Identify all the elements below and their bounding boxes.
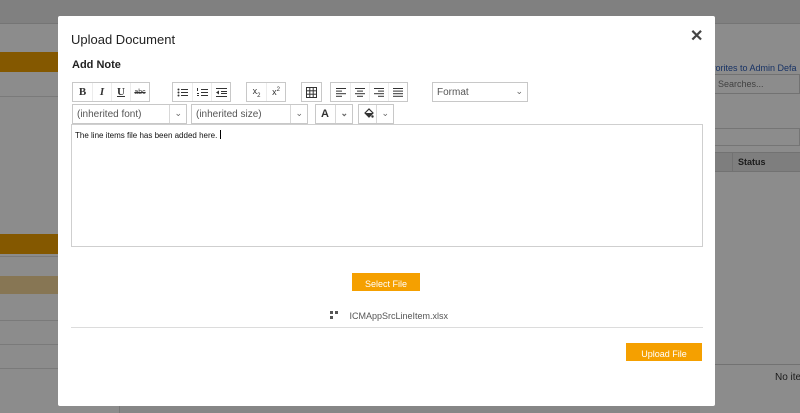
superscript-button[interactable]: x2 — [266, 83, 285, 101]
outdent-button[interactable] — [211, 83, 230, 101]
bullet-list-icon — [177, 88, 188, 96]
subscript-icon: x2 — [252, 85, 261, 99]
chevron-down-icon: ⌄ — [381, 108, 389, 118]
font-family-select-value: (inherited font) — [77, 109, 142, 120]
upload-document-modal: Upload Document ✕ Add Note B I U abc x2 … — [58, 16, 715, 406]
chevron-down-icon: ⌄ — [295, 108, 303, 118]
file-icon — [330, 311, 339, 320]
underline-button[interactable]: U — [111, 83, 130, 101]
subscript-button[interactable]: x2 — [247, 83, 266, 101]
select-separator — [335, 105, 336, 123]
font-size-select[interactable]: (inherited size) ⌄ — [191, 104, 308, 124]
numbered-list-button[interactable] — [192, 83, 211, 101]
align-right-icon — [374, 87, 384, 97]
table-icon — [306, 86, 317, 98]
bold-button[interactable]: B — [73, 83, 92, 101]
font-family-select[interactable]: (inherited font) ⌄ — [72, 104, 187, 124]
file-name: ICMAppSrcLineItem.xlsx — [349, 311, 449, 321]
selected-file: ICMAppSrcLineItem.xlsx — [330, 311, 448, 321]
bullet-list-button[interactable] — [173, 83, 192, 101]
close-icon[interactable]: ✕ — [690, 29, 703, 45]
text-caret — [220, 130, 222, 139]
alignment-group — [330, 82, 408, 102]
text-style-group: B I U abc — [72, 82, 150, 102]
select-file-button[interactable]: Select File — [352, 273, 420, 291]
outdent-icon — [215, 87, 227, 97]
table-group — [301, 82, 322, 102]
format-select-value: Format — [437, 87, 469, 98]
select-separator — [376, 105, 377, 123]
chevron-down-icon: ⌄ — [515, 86, 523, 96]
align-right-button[interactable] — [369, 83, 388, 101]
superscript-icon: x2 — [272, 87, 280, 97]
background-color-picker[interactable]: ⌄ — [358, 104, 394, 124]
chevron-down-icon: ⌄ — [340, 108, 348, 118]
format-select[interactable]: Format ⌄ — [432, 82, 528, 102]
align-left-icon — [335, 87, 346, 97]
justify-button[interactable] — [388, 83, 407, 101]
font-color-picker[interactable]: A ⌄ — [315, 104, 353, 124]
numbered-list-icon — [196, 87, 208, 96]
add-note-label: Add Note — [72, 59, 121, 71]
align-center-button[interactable] — [350, 83, 369, 101]
paint-bucket-icon — [364, 108, 374, 118]
modal-divider — [71, 327, 703, 328]
modal-title: Upload Document — [71, 32, 176, 47]
justify-icon — [393, 87, 403, 97]
note-editor[interactable]: The line items file has been added here. — [71, 124, 703, 247]
font-size-select-value: (inherited size) — [196, 109, 262, 120]
insert-table-button[interactable] — [302, 83, 321, 101]
upload-file-button[interactable]: Upload File — [626, 343, 702, 361]
font-color-icon: A — [321, 108, 329, 120]
italic-button[interactable]: I — [92, 83, 111, 101]
select-separator — [169, 105, 170, 123]
note-editor-text: The line items file has been added here. — [75, 131, 218, 140]
script-group: x2 x2 — [246, 82, 286, 102]
align-center-icon — [355, 87, 365, 97]
chevron-down-icon: ⌄ — [174, 108, 182, 118]
select-separator — [290, 105, 291, 123]
align-left-button[interactable] — [331, 83, 350, 101]
strikethrough-button[interactable]: abc — [130, 83, 149, 101]
list-group — [172, 82, 231, 102]
